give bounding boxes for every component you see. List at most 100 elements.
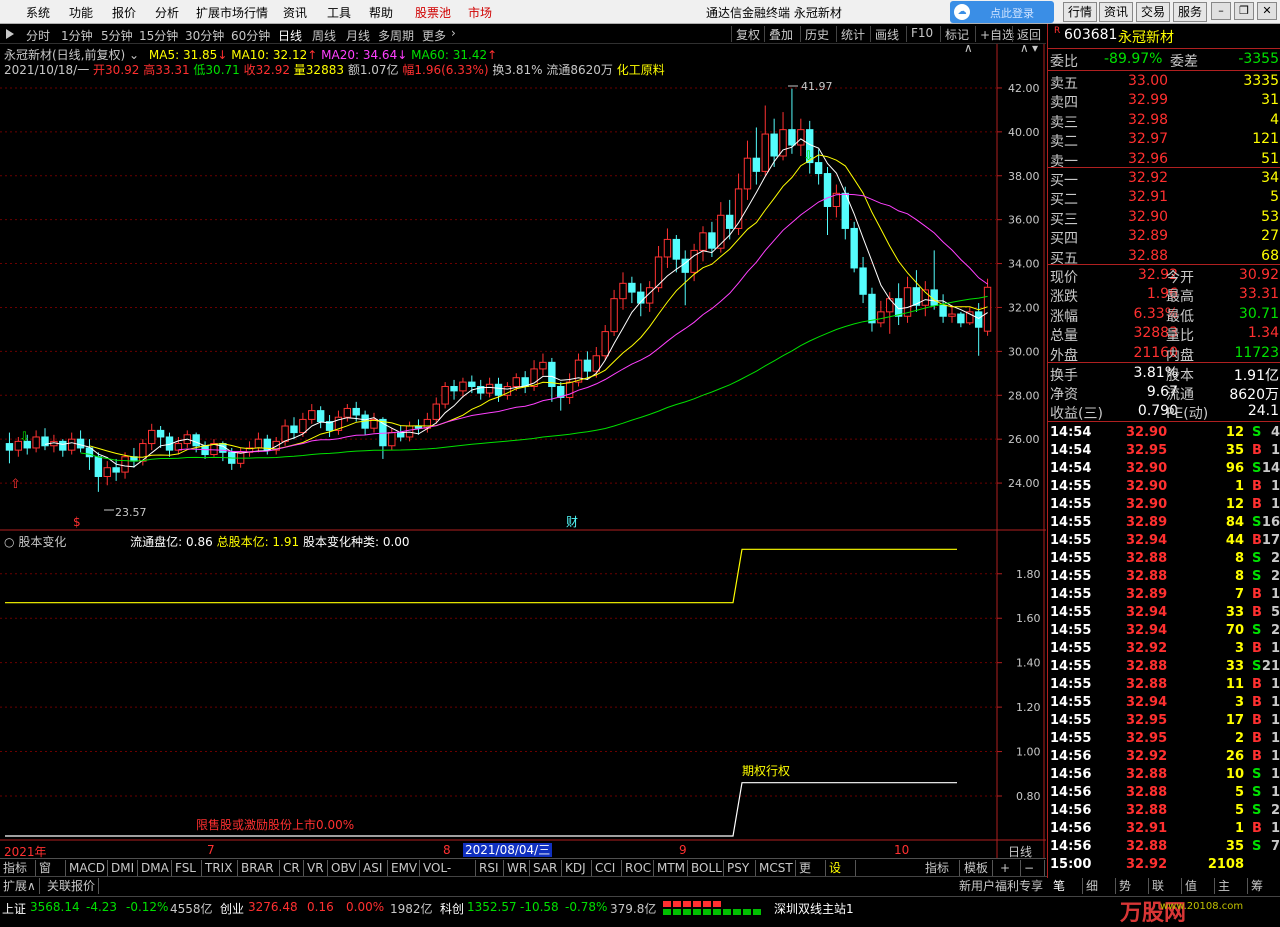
tool-f10[interactable]: F10 bbox=[906, 26, 933, 42]
menu-ext-market[interactable]: 扩展市场行情 bbox=[196, 4, 268, 21]
server-label[interactable]: 深圳双线主站1 bbox=[774, 900, 854, 917]
indicator-right-tab[interactable]: + bbox=[997, 860, 1021, 876]
close-icon[interactable]: ✕ bbox=[1257, 2, 1277, 20]
indicator-tab[interactable]: MTM bbox=[654, 860, 688, 876]
indicator-tab[interactable]: PSY bbox=[724, 860, 756, 876]
period-5min[interactable]: 5分钟 bbox=[101, 27, 133, 44]
tool-tongji[interactable]: 统计 bbox=[836, 26, 865, 42]
tool-huaxian[interactable]: 画线 bbox=[870, 26, 899, 42]
tick-volume: 35 bbox=[1225, 443, 1244, 458]
period-monthly[interactable]: 月线 bbox=[346, 27, 370, 44]
menu-quote[interactable]: 报价 bbox=[112, 4, 136, 21]
btn-hq[interactable]: 行情 bbox=[1063, 2, 1097, 22]
indicator-tab[interactable]: VR bbox=[304, 860, 328, 876]
indicator-tab[interactable]: 窗口 bbox=[36, 860, 66, 891]
indicator-tab[interactable]: SAR bbox=[530, 860, 562, 876]
indicator-right-tab[interactable]: 模板 bbox=[961, 860, 993, 876]
panel-tab[interactable]: 细 bbox=[1083, 878, 1116, 894]
settings-icon[interactable]: ▾ bbox=[1032, 44, 1038, 55]
indicator-tab[interactable]: 指标A bbox=[0, 860, 36, 891]
indicator-tab[interactable]: TRIX bbox=[202, 860, 238, 876]
indicator-tab[interactable]: BOLL bbox=[688, 860, 724, 876]
asks-price: 32.96 bbox=[1128, 150, 1169, 167]
menu-market[interactable]: 市场 bbox=[468, 4, 492, 21]
panel-tab[interactable]: 势 bbox=[1116, 878, 1149, 894]
indicator-tab[interactable]: CR bbox=[280, 860, 304, 876]
panel-tab[interactable]: 筹 bbox=[1248, 878, 1280, 894]
period-more[interactable]: 更多 bbox=[422, 27, 446, 44]
tick-time: 14:54 bbox=[1050, 425, 1092, 440]
collapse-icon[interactable]: ⊼ bbox=[964, 44, 973, 55]
indicator-tab[interactable]: ASI bbox=[360, 860, 388, 876]
minimize-icon[interactable]: – bbox=[1211, 2, 1231, 20]
menu-stock-pool[interactable]: 股票池 bbox=[415, 4, 451, 21]
period-60min[interactable]: 60分钟 bbox=[231, 27, 270, 44]
period-30min[interactable]: 30分钟 bbox=[185, 27, 224, 44]
menu-analysis[interactable]: 分析 bbox=[155, 4, 179, 21]
indicator-tab[interactable]: ROC bbox=[622, 860, 654, 876]
tick-volume: 2108 bbox=[1207, 857, 1244, 872]
dividend-marker[interactable]: $ bbox=[73, 515, 81, 529]
tick-volume: 1 bbox=[1234, 821, 1244, 836]
panel-tab[interactable]: 值 bbox=[1182, 878, 1215, 894]
indicator-tab[interactable]: CCI bbox=[592, 860, 622, 876]
tool-lishi[interactable]: 历史 bbox=[800, 26, 829, 42]
period-daily[interactable]: 日线 bbox=[278, 27, 302, 44]
indicator-tab[interactable]: KDJ bbox=[562, 860, 592, 876]
tool-back[interactable]: 返回 bbox=[1012, 26, 1041, 42]
indicator-tab[interactable]: EMV bbox=[388, 860, 420, 876]
menu-tools[interactable]: 工具 bbox=[327, 4, 351, 21]
kline-chart[interactable]: 42.00 40.00 38.00 36.00 34.00 32.00 30.00 28.00… bbox=[0, 44, 1046, 858]
tool-add-watch[interactable]: +自选 bbox=[975, 26, 1014, 42]
indicator-tab[interactable]: BRAR bbox=[238, 860, 280, 876]
indicator-tab[interactable]: MACD bbox=[66, 860, 108, 876]
kc-label[interactable]: 科创 bbox=[440, 900, 464, 917]
period-15min[interactable]: 15分钟 bbox=[139, 27, 178, 44]
tool-diejia[interactable]: 叠加 bbox=[764, 26, 793, 42]
tick-volume: 35 bbox=[1225, 839, 1244, 854]
btn-fw[interactable]: 服务 bbox=[1173, 2, 1207, 22]
menu-news[interactable]: 资讯 bbox=[283, 4, 307, 21]
btn-jy[interactable]: 交易 bbox=[1136, 2, 1170, 22]
period-1min[interactable]: 1分钟 bbox=[61, 27, 93, 44]
btn-zx[interactable]: 资讯 bbox=[1099, 2, 1133, 22]
indicator-tab[interactable]: OBV bbox=[328, 860, 360, 876]
tick-time: 14:55 bbox=[1050, 677, 1092, 692]
period-multi[interactable]: 多周期 bbox=[378, 27, 414, 44]
panel-tab[interactable]: 主 bbox=[1215, 878, 1248, 894]
play-icon[interactable] bbox=[6, 29, 14, 39]
tab-related-quote[interactable]: 关联报价 bbox=[44, 878, 100, 894]
circle-icon[interactable]: ○ bbox=[4, 535, 14, 549]
menu-help[interactable]: 帮助 bbox=[369, 4, 393, 21]
tool-fuquan[interactable]: 复权 bbox=[731, 26, 760, 42]
panel-tab[interactable]: 笔 bbox=[1050, 878, 1083, 894]
indicator-tab[interactable]: 更多 bbox=[796, 860, 826, 891]
menu-function[interactable]: 功能 bbox=[69, 4, 93, 21]
indicator-tab[interactable]: MCST bbox=[756, 860, 796, 876]
cy-label[interactable]: 创业 bbox=[220, 900, 244, 917]
indicator-tab[interactable]: DMA bbox=[138, 860, 172, 876]
indicator-right-tab[interactable]: 指标B bbox=[922, 860, 960, 891]
expand-icon[interactable]: ⊼ bbox=[1020, 44, 1029, 55]
promo-link[interactable]: 新用户福利专享 bbox=[956, 878, 1046, 894]
indicator-tab[interactable]: DMI bbox=[108, 860, 138, 876]
finance-marker[interactable]: 财 bbox=[566, 515, 578, 529]
chevron-right-icon[interactable]: › bbox=[451, 26, 456, 40]
indicator-tab[interactable]: FSL bbox=[172, 860, 202, 876]
weibi-label: 委比 bbox=[1050, 54, 1078, 70]
menu-system[interactable]: 系统 bbox=[26, 4, 50, 21]
indicator-right-tab[interactable]: − bbox=[1021, 860, 1045, 876]
indicator-tab[interactable]: RSI bbox=[476, 860, 504, 876]
sh-label[interactable]: 上证 bbox=[2, 900, 26, 917]
panel-tab[interactable]: 联 bbox=[1149, 878, 1182, 894]
period-fenshi[interactable]: 分时 bbox=[26, 27, 50, 44]
tick-time: 14:55 bbox=[1050, 569, 1092, 584]
tab-extend[interactable]: 扩展∧ bbox=[0, 878, 40, 894]
restore-icon[interactable]: ❐ bbox=[1234, 2, 1254, 20]
period-weekly[interactable]: 周线 bbox=[312, 27, 336, 44]
indicator-tab[interactable]: VOL-TDX bbox=[420, 860, 476, 891]
tool-biaoji[interactable]: 标记 bbox=[940, 26, 969, 42]
login-button[interactable]: ☁ 点此登录 bbox=[950, 1, 1054, 23]
indicator-tab[interactable]: 设置 bbox=[826, 860, 856, 891]
indicator-tab[interactable]: WR bbox=[504, 860, 530, 876]
